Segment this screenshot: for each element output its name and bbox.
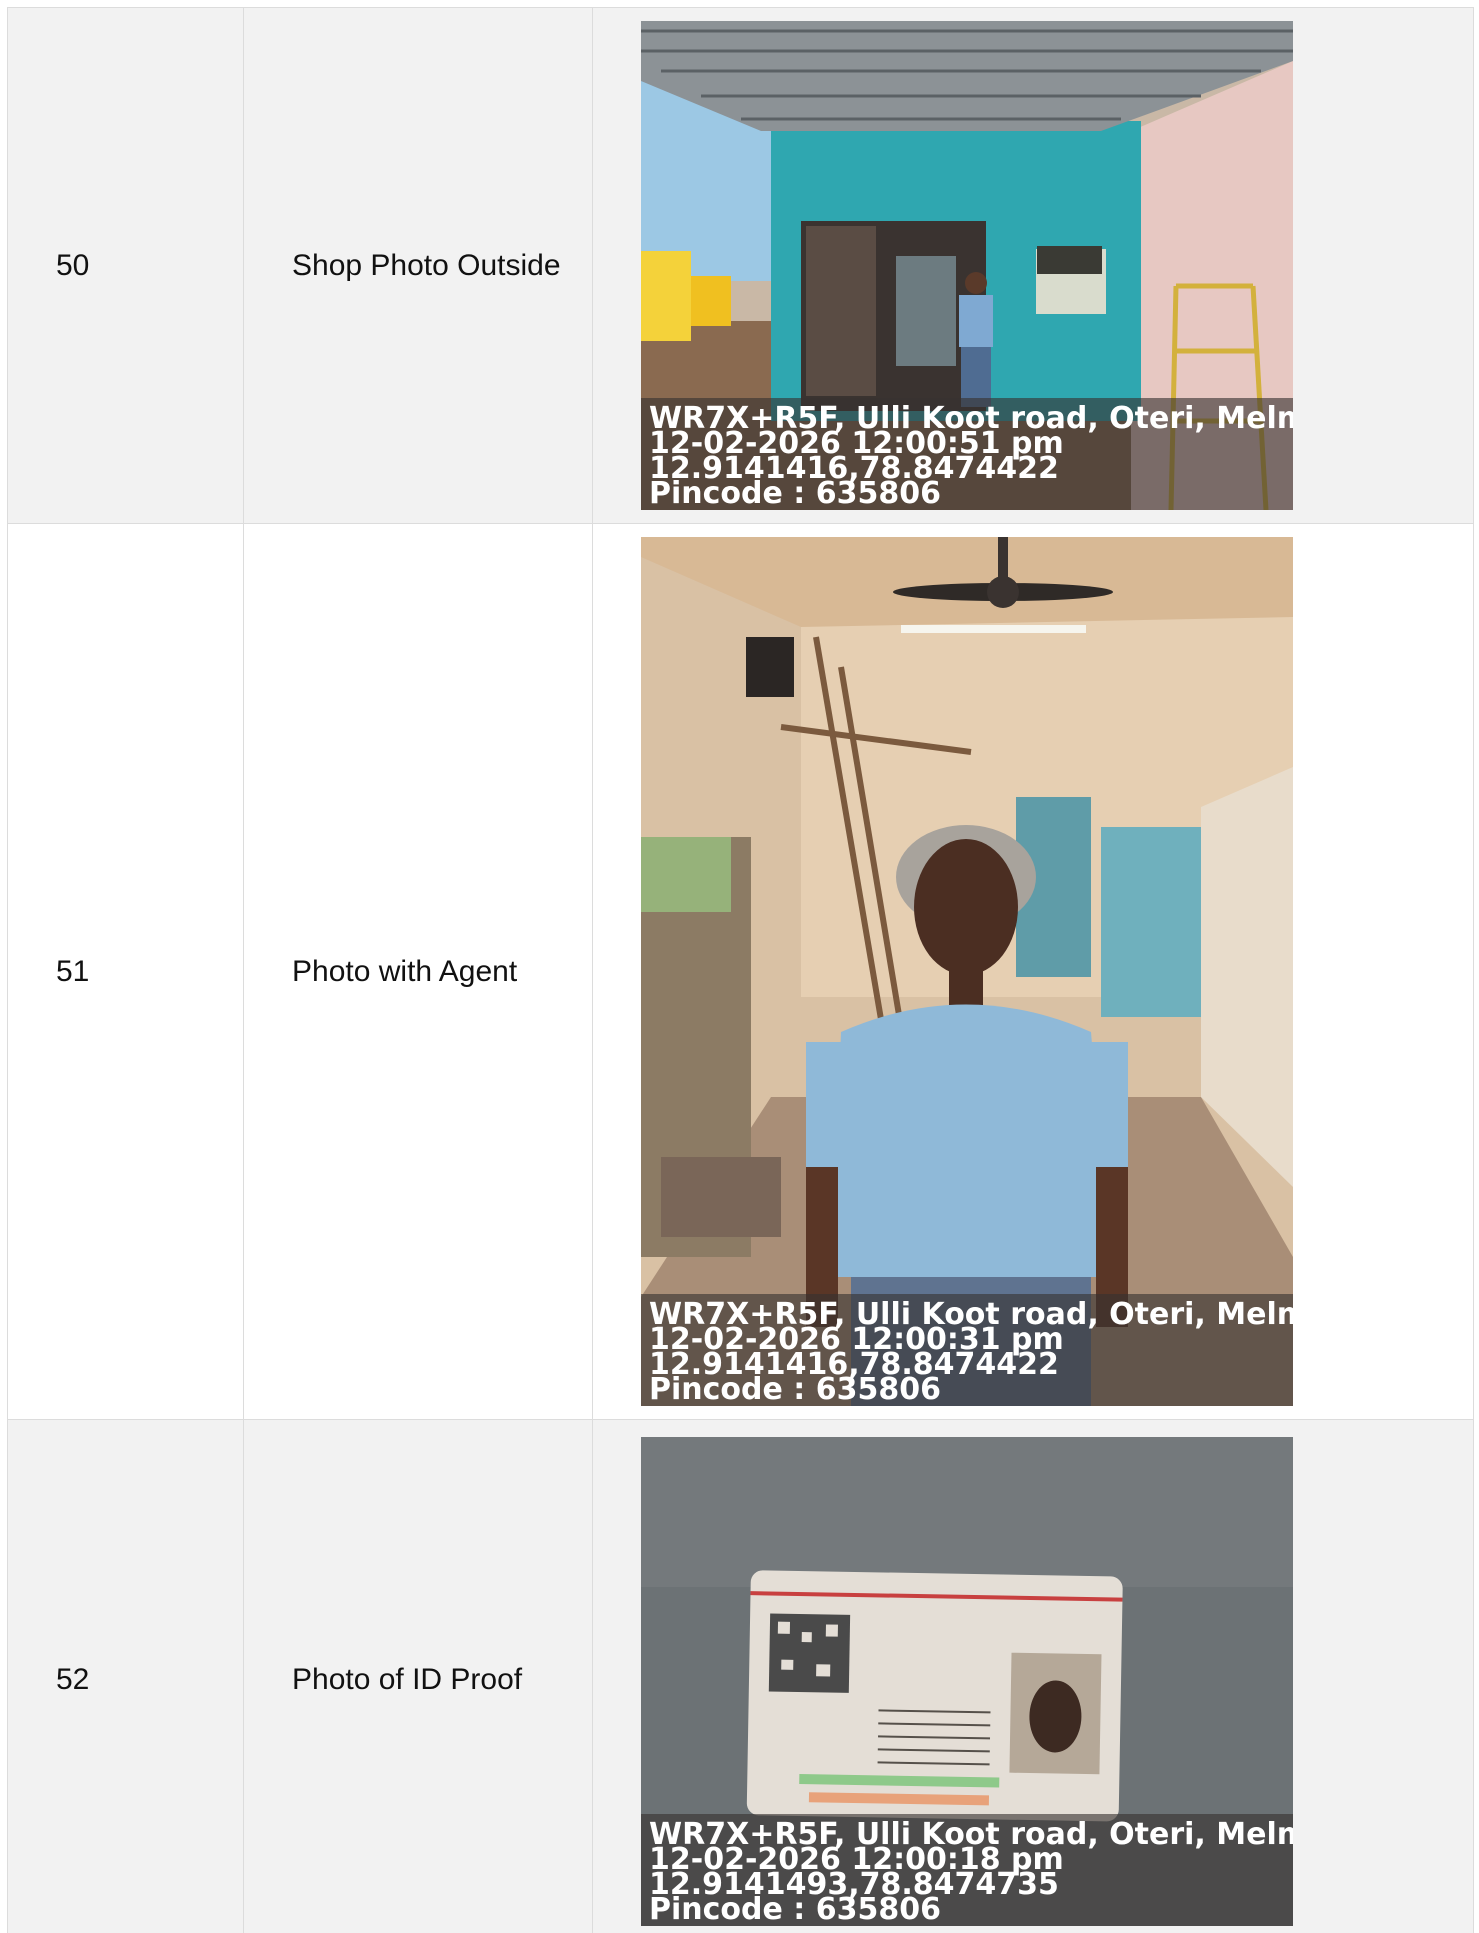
photo-cell: WR7X+R5F, Ulli Koot road, Oteri, Melmutt…	[592, 1419, 1474, 1933]
row-label: Photo with Agent	[243, 523, 593, 1420]
geotag-stamp: WR7X+R5F, Ulli Koot road, Oteri, Melmutt…	[641, 1294, 1293, 1406]
shop-outside-photo: WR7X+R5F, Ulli Koot road, Oteri, Melmutt…	[641, 21, 1293, 510]
photo-table: 50 Shop Photo Outside WR7X+R5F, Ulli Koo…	[7, 7, 1474, 1933]
document-page: 50 Shop Photo Outside WR7X+R5F, Ulli Koo…	[0, 0, 1479, 1933]
photo-cell: WR7X+R5F, Ulli Koot road, Oteri, Melmutt…	[592, 7, 1474, 524]
table-row: 50 Shop Photo Outside WR7X+R5F, Ulli Koo…	[7, 7, 1474, 524]
table-row: 51 Photo with Agent WR7X+R5F, Ulli Koot …	[7, 523, 1474, 1420]
row-label: Shop Photo Outside	[243, 7, 593, 524]
row-number: 51	[7, 523, 244, 1420]
row-label: Photo of ID Proof	[243, 1419, 593, 1933]
agent-image	[641, 537, 1293, 1406]
geotag-stamp: WR7X+R5F, Ulli Koot road, Oteri, Melmutt…	[641, 398, 1293, 510]
table-row: 52 Photo of ID Proof WR7X+R5F, Ulli Koot…	[7, 1419, 1474, 1933]
row-number: 52	[7, 1419, 244, 1933]
photo-cell: WR7X+R5F, Ulli Koot road, Oteri, Melmutt…	[592, 523, 1474, 1420]
geotag-stamp: WR7X+R5F, Ulli Koot road, Oteri, Melmutt…	[641, 1814, 1293, 1926]
agent-photo: WR7X+R5F, Ulli Koot road, Oteri, Melmutt…	[641, 537, 1293, 1406]
id-proof-photo: WR7X+R5F, Ulli Koot road, Oteri, Melmutt…	[641, 1437, 1293, 1926]
row-number: 50	[7, 7, 244, 524]
